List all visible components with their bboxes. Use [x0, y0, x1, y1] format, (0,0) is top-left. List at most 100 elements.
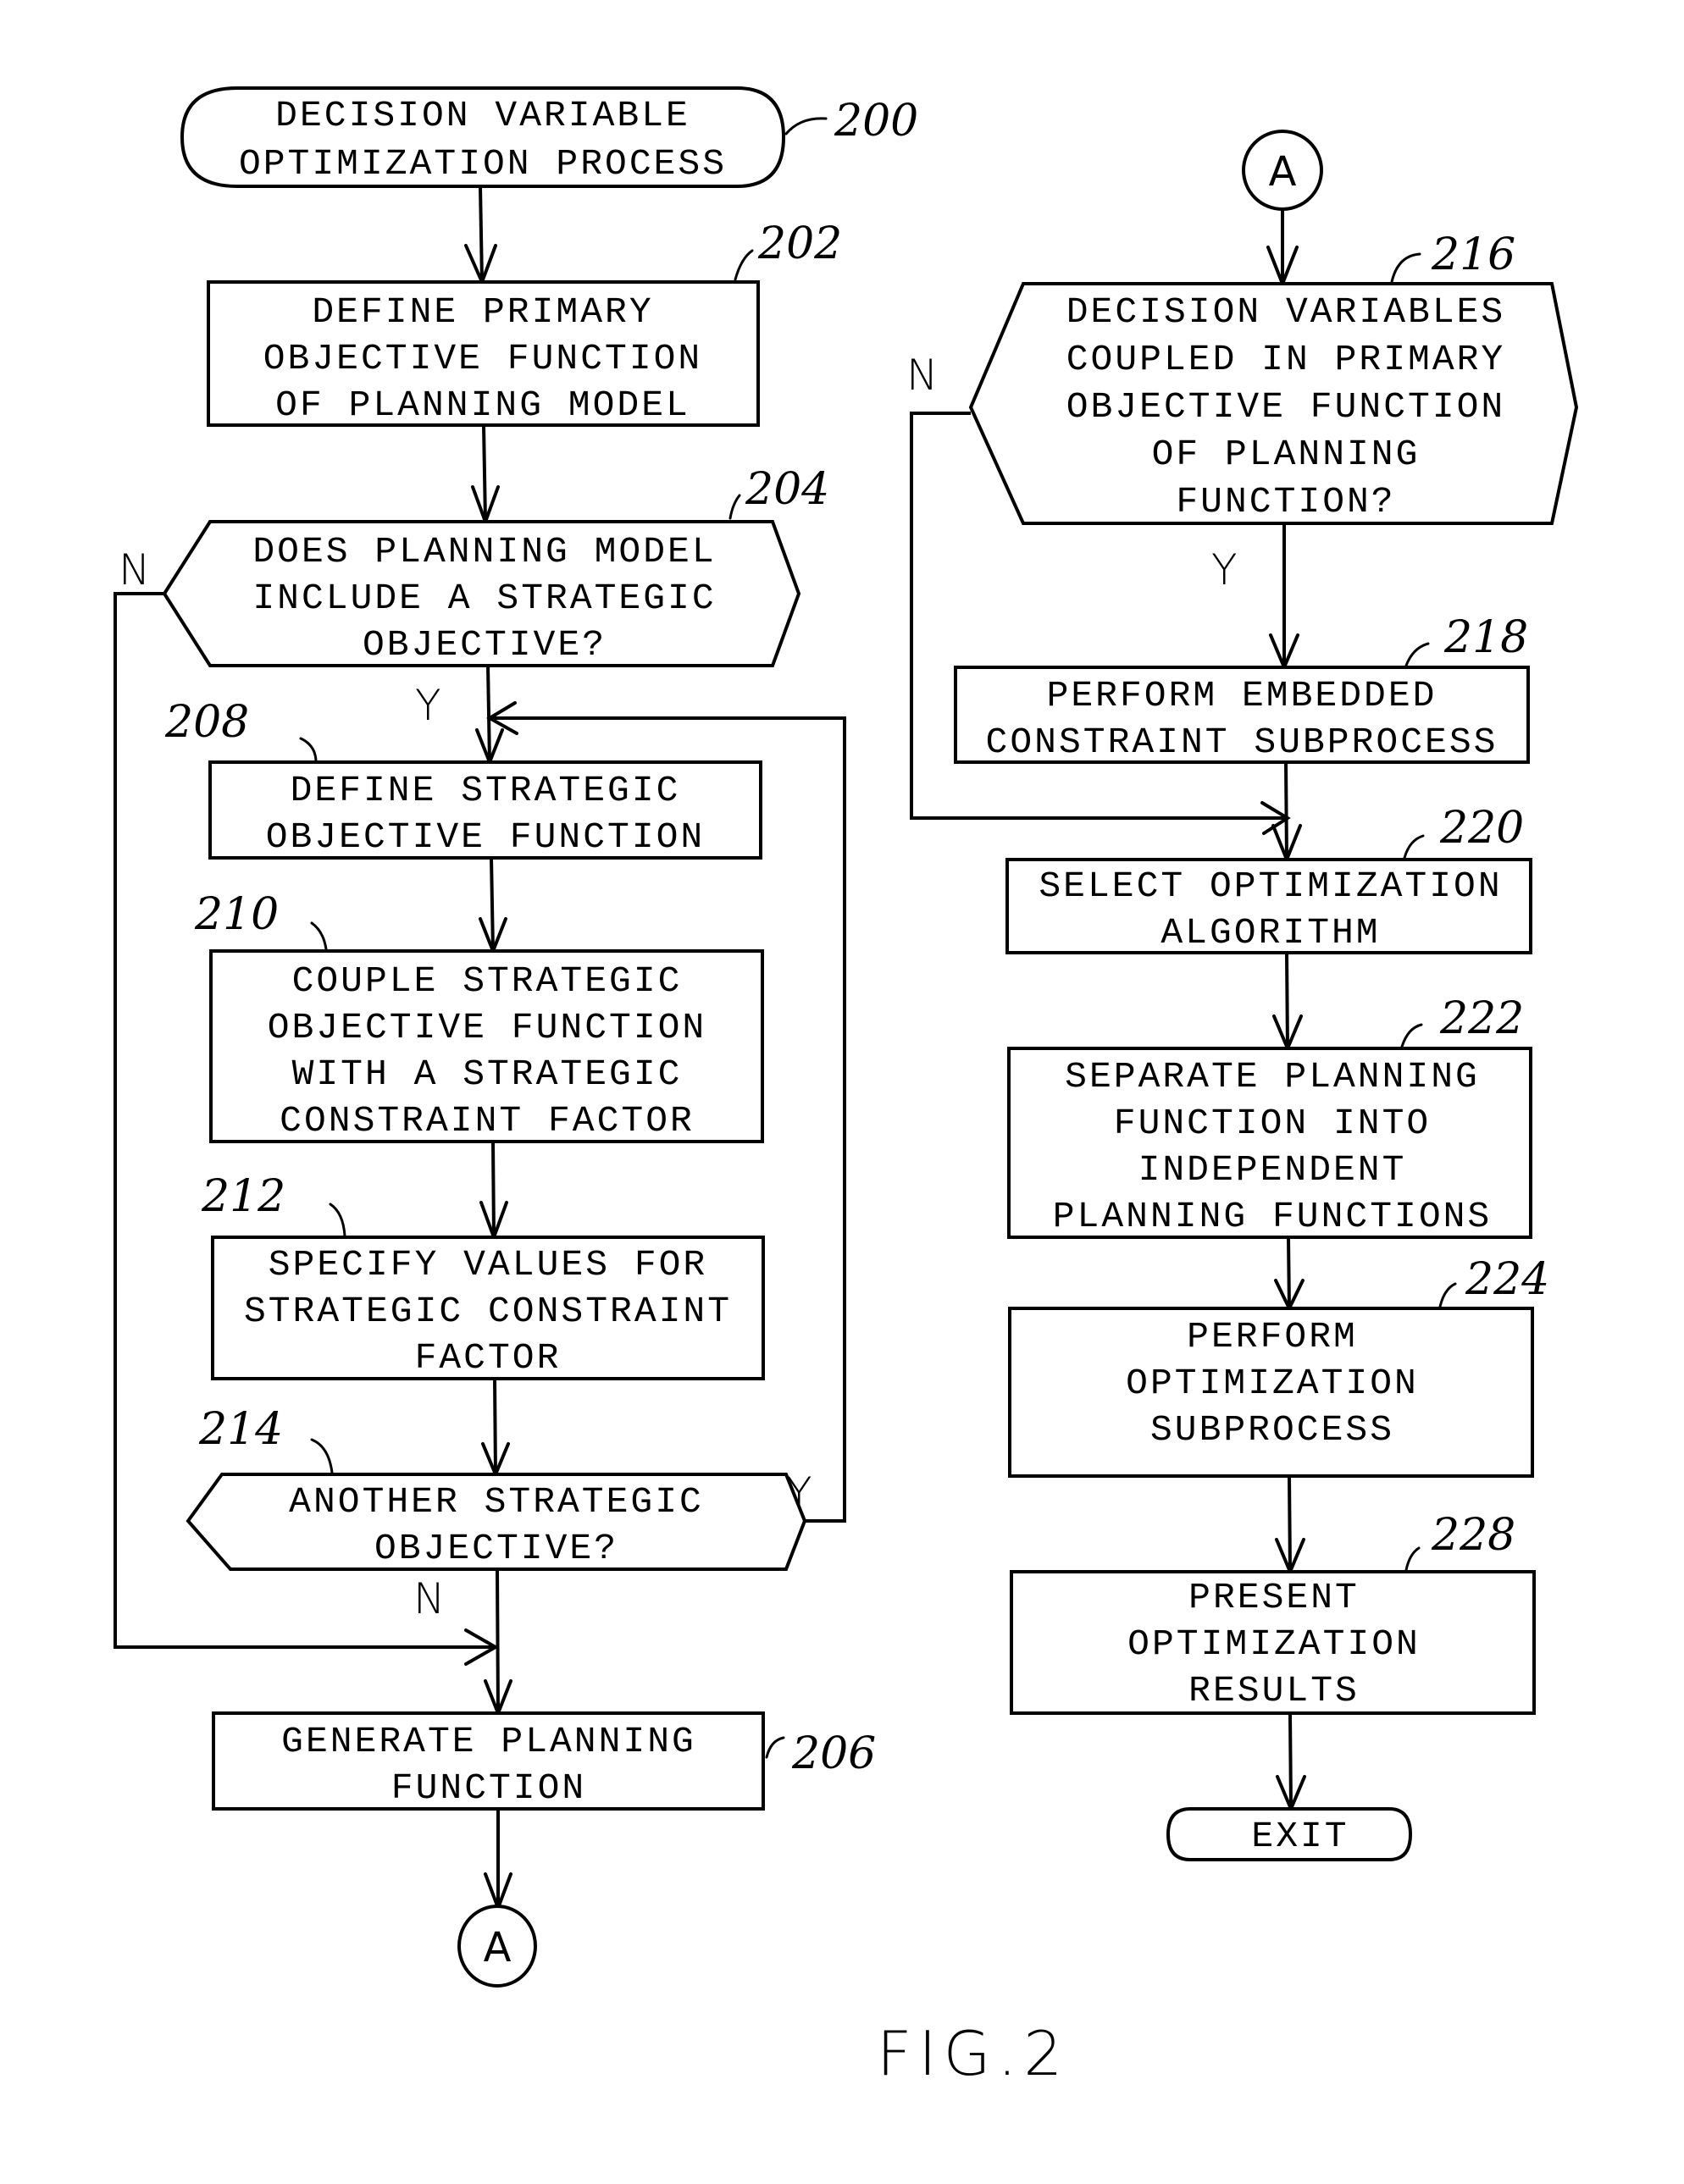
connector-line — [1287, 1236, 1291, 1309]
ref-label-224: 224 — [1465, 1254, 1549, 1305]
offpage-connector-a-out: A — [457, 1905, 537, 1988]
node-text: DECISION VARIABLES — [1066, 291, 1505, 333]
ref-leader — [734, 249, 754, 281]
node-222: SEPARATE PLANNING FUNCTION INTO INDEPEND… — [1007, 1047, 1532, 1239]
node-text: FACTOR — [415, 1337, 562, 1379]
node-212: SPECIFY VALUES FOR STRATEGIC CONSTRAINT … — [211, 1236, 765, 1380]
ref-leader — [1400, 1023, 1423, 1048]
node-text: SUBPROCESS — [1150, 1409, 1394, 1451]
node-text: DEFINE STRATEGIC — [291, 770, 681, 811]
node-text: OBJECTIVE FUNCTION — [268, 1007, 706, 1048]
node-210: COUPLE STRATEGIC OBJECTIVE FUNCTION WITH… — [209, 949, 764, 1143]
connector-line — [1288, 1712, 1293, 1810]
node-text: STRATEGIC CONSTRAINT — [244, 1291, 732, 1332]
node-text: OBJECTIVE? — [363, 624, 607, 666]
node-text: PERFORM — [1187, 1316, 1358, 1357]
ref-leader — [728, 494, 741, 520]
node-text: SEPARATE PLANNING — [1065, 1056, 1480, 1098]
node-text: INCLUDE A STRATEGIC — [252, 578, 716, 619]
node-224: PERFORM OPTIMIZATION SUBPROCESS — [1008, 1307, 1534, 1478]
ref-leader — [310, 921, 328, 951]
connector-line — [482, 424, 487, 523]
connector-label: A — [484, 1924, 512, 1971]
node-202: DEFINE PRIMARY OBJECTIVE FUNCTION OF PLA… — [207, 280, 760, 427]
node-text: SELECT OPTIMIZATION — [1039, 865, 1502, 907]
ref-label-228: 228 — [1431, 1510, 1515, 1561]
node-text: SPECIFY VALUES FOR — [269, 1244, 707, 1286]
node-text: CONSTRAINT SUBPROCESS — [986, 722, 1498, 763]
node-text: OBJECTIVE FUNCTION — [266, 816, 705, 858]
node-216-decision: DECISION VARIABLES COUPLED IN PRIMARY OB… — [968, 282, 1579, 525]
node-text: FUNCTION? — [1176, 481, 1395, 523]
ref-leader — [1438, 1282, 1457, 1308]
offpage-connector-a-in: A — [1242, 130, 1323, 211]
node-text: ALGORITHM — [1161, 912, 1380, 954]
ref-label-222: 222 — [1439, 993, 1524, 1044]
ref-leader — [784, 117, 828, 135]
branch-label-no: N — [119, 545, 150, 594]
connector-line — [486, 665, 491, 763]
flowchart: DECISION VARIABLE OPTIMIZATION PROCESS 2… — [114, 86, 1579, 2089]
node-204-decision: DOES PLANNING MODEL INCLUDE A STRATEGIC … — [162, 520, 801, 667]
connector-label: A — [1269, 148, 1297, 196]
branch-label-yes: Y — [1211, 545, 1238, 594]
node-text: GENERATE PLANNING — [281, 1721, 696, 1762]
node-206: GENERATE PLANNING FUNCTION — [212, 1711, 765, 1811]
node-text: CONSTRAINT FACTOR — [280, 1100, 695, 1142]
node-218: PERFORM EMBEDDED CONSTRAINT SUBPROCESS — [954, 666, 1530, 764]
ref-label-214: 214 — [198, 1404, 283, 1455]
node-text: FUNCTION INTO — [1114, 1103, 1431, 1144]
ref-label-212: 212 — [201, 1171, 285, 1222]
ref-label-220: 220 — [1439, 803, 1524, 854]
node-text: PERFORM EMBEDDED — [1047, 675, 1437, 716]
node-text: OBJECTIVE FUNCTION — [1066, 386, 1505, 428]
node-text: OPTIMIZATION — [1126, 1363, 1419, 1404]
node-text: RESULTS — [1188, 1670, 1360, 1711]
node-228: PRESENT OPTIMIZATION RESULTS — [1010, 1570, 1536, 1715]
connector-line — [1285, 952, 1289, 1049]
ref-leader — [1404, 642, 1430, 667]
node-text: COUPLED IN PRIMARY — [1066, 339, 1505, 380]
node-text: OPTIMIZATION PROCESS — [239, 143, 727, 185]
ref-label-216: 216 — [1431, 229, 1515, 280]
node-text: EXIT — [1251, 1816, 1349, 1857]
ref-label-202: 202 — [757, 218, 842, 269]
node-text: PLANNING FUNCTIONS — [1053, 1196, 1492, 1237]
node-text: OBJECTIVE? — [374, 1528, 618, 1569]
node-text: ANOTHER STRATEGIC — [289, 1481, 704, 1523]
node-text: FUNCTION — [391, 1767, 586, 1809]
ref-leader — [310, 1438, 334, 1474]
ref-leader — [1390, 252, 1421, 284]
node-200-start: DECISION VARIABLE OPTIMIZATION PROCESS — [180, 86, 786, 188]
branch-label-no: N — [413, 1574, 445, 1623]
figure-label: FIG.2 — [877, 2018, 1069, 2089]
connector-line — [1288, 1475, 1292, 1573]
node-exit: EXIT — [1166, 1807, 1413, 1861]
ref-label-206: 206 — [791, 1728, 876, 1779]
node-text: OPTIMIZATION — [1127, 1623, 1421, 1665]
node-text: COUPLE STRATEGIC — [292, 960, 683, 1002]
node-text: OF PLANNING — [1152, 434, 1421, 475]
connector-line — [493, 1378, 497, 1475]
node-text: PRESENT — [1188, 1577, 1360, 1618]
node-214-decision: ANOTHER STRATEGIC OBJECTIVE? — [186, 1473, 807, 1571]
node-text: DOES PLANNING MODEL — [252, 531, 716, 572]
connector-line — [490, 857, 495, 952]
node-text: DEFINE PRIMARY — [312, 291, 653, 333]
ref-leader — [1403, 834, 1425, 860]
connector-line — [479, 185, 484, 283]
connector-line — [1284, 761, 1288, 860]
ref-label-210: 210 — [194, 889, 279, 940]
node-text: OF PLANNING MODEL — [275, 384, 690, 426]
node-text: DECISION VARIABLE — [275, 95, 690, 136]
ref-leader — [1404, 1546, 1421, 1572]
ref-label-200: 200 — [834, 96, 918, 147]
branch-label-yes: Y — [415, 681, 441, 730]
ref-label-204: 204 — [745, 464, 829, 515]
node-text: WITH A STRATEGIC — [292, 1053, 683, 1095]
branch-label-yes: Y — [786, 1468, 812, 1518]
ref-leader — [329, 1203, 346, 1237]
connector-line — [491, 1141, 496, 1238]
node-text: INDEPENDENT — [1138, 1149, 1407, 1191]
branch-label-no: N — [906, 351, 938, 400]
